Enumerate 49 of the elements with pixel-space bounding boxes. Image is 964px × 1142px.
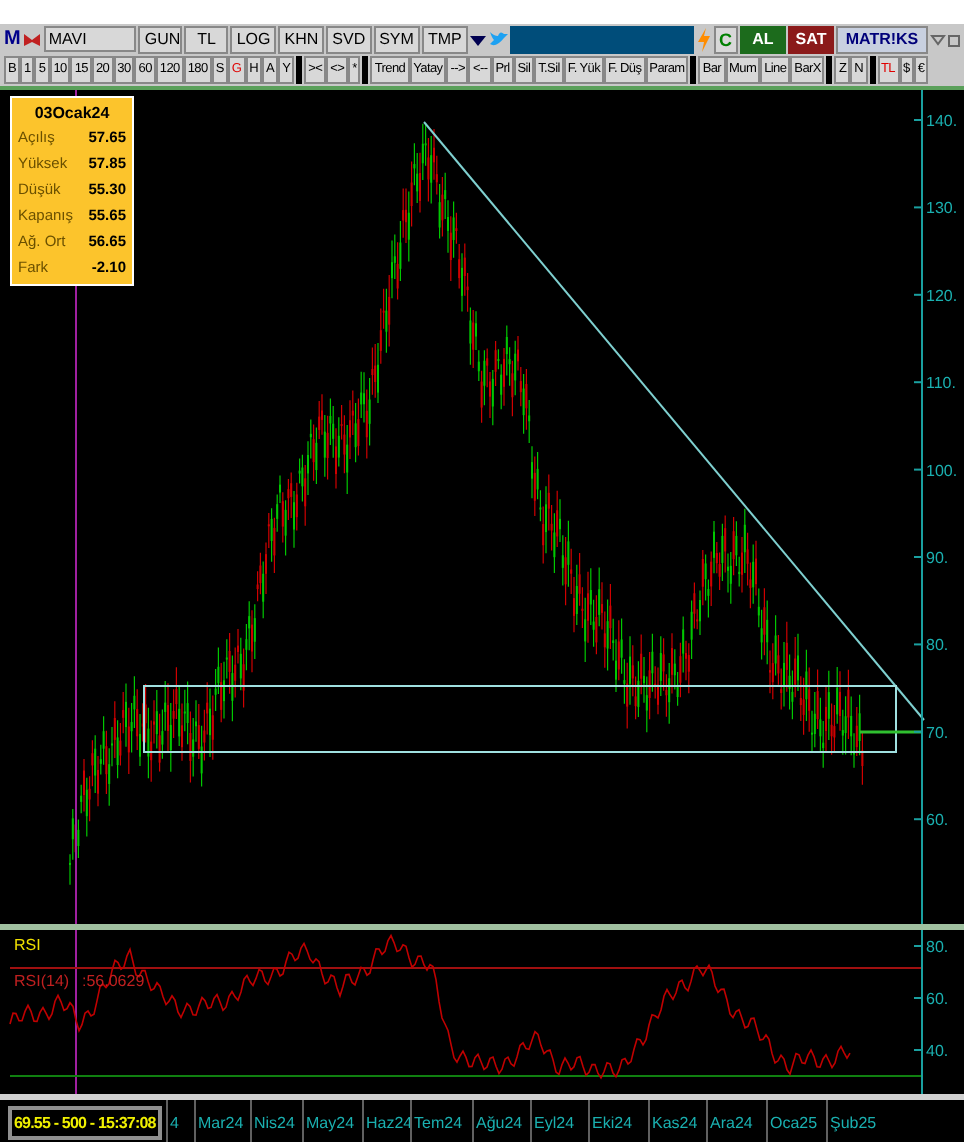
price-axis-label: 60.	[926, 811, 949, 830]
sell-button[interactable]: SAT	[788, 25, 834, 53]
toolbar-button[interactable]: SVD	[326, 25, 372, 53]
price-axis-label: 130.	[926, 199, 958, 218]
level-line[interactable]	[860, 730, 922, 734]
rsi-title: RSI	[14, 938, 41, 954]
flag-icon	[22, 29, 43, 49]
price-axis-label: 70.	[926, 723, 949, 742]
date-axis-label: Ağu24	[476, 1112, 523, 1136]
toolbar-button[interactable]: GUN	[138, 25, 183, 53]
date-axis-label: Tem24	[414, 1112, 463, 1136]
toolbar-button[interactable]: TL	[184, 25, 229, 53]
date-axis-label: Mar24	[198, 1112, 244, 1136]
price-axis-label: 110.	[926, 374, 956, 393]
account-field[interactable]: MAVI	[44, 26, 137, 52]
buy-button[interactable]: AL	[740, 25, 786, 53]
price-axis-label: 90.	[926, 549, 949, 567]
date-axis-label: Haz24	[366, 1112, 413, 1136]
toolbar-button[interactable]: KHN	[278, 25, 325, 53]
date-axis-label: May24	[306, 1112, 355, 1136]
rsi-indicator-label: RSI(14)	[14, 974, 70, 990]
brand-button[interactable]: MATR!KS	[836, 25, 928, 53]
rsi-axis-label: 80.	[926, 938, 949, 956]
price-axis-label: 100.	[926, 461, 958, 480]
date-axis-label: Şub25	[830, 1112, 877, 1136]
price-axis-label: 120.	[926, 286, 958, 305]
toolbar-button[interactable]: LOG	[230, 25, 277, 53]
rsi-axis-label: 40.	[926, 1042, 949, 1060]
dropdown-icon[interactable]	[469, 31, 486, 47]
minimize-icon[interactable]	[948, 29, 960, 49]
logo-letter: M	[4, 29, 21, 49]
date-axis-label: Nis24	[254, 1112, 295, 1136]
date-axis-label: Ara24	[710, 1112, 753, 1136]
status-box: 69.55 - 500 - 15:37:08	[8, 1106, 162, 1140]
date-axis-label: 4	[170, 1112, 179, 1136]
price-axis-label: 80.	[926, 636, 949, 655]
rsi-axis-label: 60.	[926, 990, 949, 1008]
price-axis-label: 140.	[926, 112, 958, 130]
date-axis-label: Eki24	[592, 1112, 633, 1136]
date-axis-label: Oca25	[770, 1112, 818, 1136]
refresh-button[interactable]: C	[713, 25, 738, 53]
info-date: 03Ocak24	[32, 102, 112, 124]
toolbar-button[interactable]: TMP	[421, 25, 468, 53]
toolbar-button[interactable]: SYM	[373, 25, 420, 53]
caret-icon[interactable]	[930, 29, 946, 49]
range-rectangle[interactable]	[143, 685, 897, 753]
date-axis-label: Eyl24	[534, 1112, 575, 1136]
trend-line[interactable]	[423, 121, 925, 721]
date-axis-label: Kas24	[652, 1112, 698, 1136]
